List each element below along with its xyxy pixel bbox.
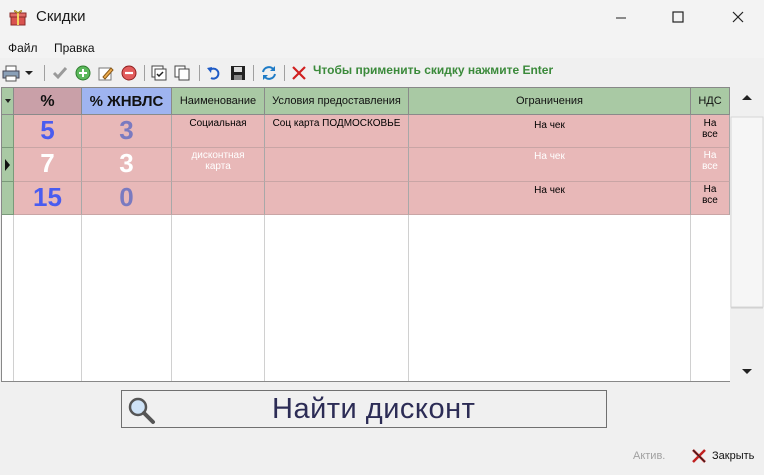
cell-pct[interactable]: 15: [14, 182, 82, 215]
minimize-button[interactable]: [594, 0, 648, 36]
window-title: Скидки: [36, 8, 86, 25]
toolbar: Чтобы применить скидку нажмите Enter: [0, 60, 764, 86]
save-icon[interactable]: [229, 64, 247, 82]
cell-limits[interactable]: На чек: [409, 148, 691, 182]
refresh-icon[interactable]: [260, 64, 278, 82]
table-row[interactable]: 5 3 Социальная Соц карта ПОДМОСКОВЬЕ На …: [2, 115, 730, 148]
add-icon[interactable]: [74, 64, 92, 82]
col-header-nds[interactable]: НДС: [691, 88, 730, 115]
maximize-icon: [672, 11, 684, 23]
row-indicator[interactable]: [2, 148, 14, 182]
close-window-button[interactable]: [710, 0, 764, 36]
minimize-icon: [616, 17, 626, 19]
menu-file[interactable]: Файл: [8, 41, 38, 55]
print-icon[interactable]: [2, 64, 20, 82]
check-icon[interactable]: [51, 64, 69, 82]
col-header-pct[interactable]: %: [14, 88, 82, 115]
close-label: Закрыть: [712, 450, 755, 462]
row-indicator-header: [2, 88, 14, 115]
gift-icon: [9, 10, 27, 26]
toolbar-hint: Чтобы применить скидку нажмите Enter: [313, 63, 554, 77]
close-x-icon: [692, 449, 706, 463]
vertical-scrollbar[interactable]: [730, 87, 764, 382]
sort-down-icon: [5, 99, 11, 103]
col-header-conditions[interactable]: Условия предоставления: [265, 88, 409, 115]
cell-limits[interactable]: На чек: [409, 182, 691, 215]
cancel-icon[interactable]: [290, 64, 308, 82]
cell-limits[interactable]: На чек: [409, 115, 691, 148]
chevron-down-icon[interactable]: [22, 64, 36, 82]
table-row[interactable]: 7 3 дисконтная карта На чек На все: [2, 148, 730, 182]
cell-pct[interactable]: 7: [14, 148, 82, 182]
cell-conditions[interactable]: [265, 148, 409, 182]
discounts-grid[interactable]: % % ЖНВЛС Наименование Условия предостав…: [1, 87, 731, 382]
cell-name[interactable]: дисконтная карта: [172, 148, 265, 182]
magnifier-icon: [128, 397, 155, 424]
cell-nds[interactable]: На все: [691, 148, 730, 182]
select-all-icon[interactable]: [150, 64, 168, 82]
row-indicator[interactable]: [2, 182, 14, 215]
cell-conditions[interactable]: Соц карта ПОДМОСКОВЬЕ: [265, 115, 409, 148]
col-header-limits[interactable]: Ограничения: [409, 88, 691, 115]
cell-name[interactable]: Социальная: [172, 115, 265, 148]
current-row-arrow-icon: [5, 159, 10, 171]
close-icon: [732, 11, 744, 23]
scrollbar-track: [730, 87, 764, 382]
menu-edit[interactable]: Правка: [54, 41, 95, 55]
cell-nds[interactable]: На все: [691, 182, 730, 215]
maximize-button[interactable]: [651, 0, 705, 36]
row-indicator[interactable]: [2, 115, 14, 148]
cell-name[interactable]: [172, 182, 265, 215]
cell-zhnvls[interactable]: 3: [82, 148, 172, 182]
col-header-zhnvls[interactable]: % ЖНВЛС: [82, 88, 172, 115]
cell-conditions[interactable]: [265, 182, 409, 215]
menu-bar: Файл Правка: [0, 36, 764, 58]
status-label: Актив.: [633, 450, 666, 462]
title-bar: Скидки: [0, 0, 764, 36]
find-discount-label: Найти дисконт: [272, 393, 476, 425]
edit-icon[interactable]: [97, 64, 115, 82]
undo-icon[interactable]: [205, 64, 223, 82]
copy-icon[interactable]: [173, 64, 191, 82]
delete-icon[interactable]: [120, 64, 138, 82]
cell-zhnvls[interactable]: 0: [82, 182, 172, 215]
col-header-name[interactable]: Наименование: [172, 88, 265, 115]
cell-zhnvls[interactable]: 3: [82, 115, 172, 148]
cell-pct[interactable]: 5: [14, 115, 82, 148]
find-discount-button[interactable]: Найти дисконт: [121, 390, 607, 428]
table-row[interactable]: 15 0 На чек На все: [2, 182, 730, 215]
cell-nds[interactable]: На все: [691, 115, 730, 148]
